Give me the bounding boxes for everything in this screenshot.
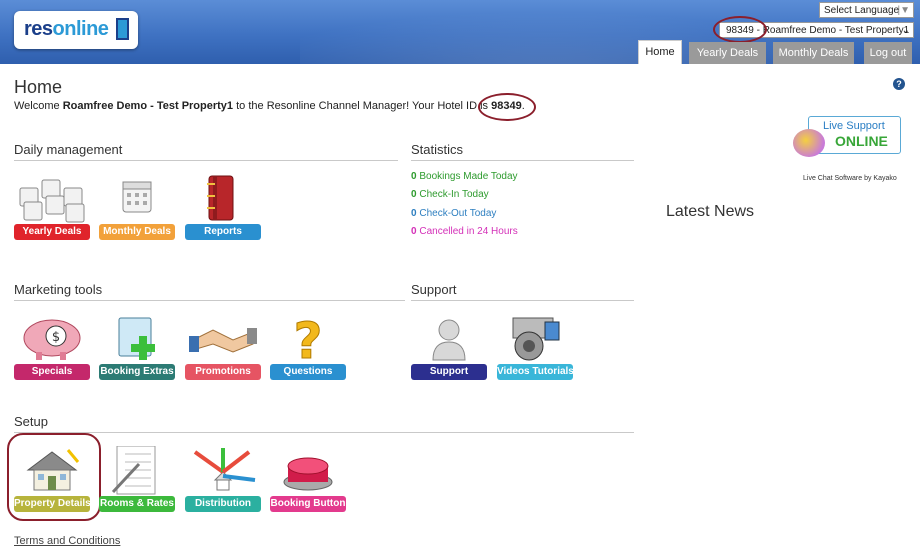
welcome-prefix: Welcome <box>14 100 63 112</box>
tile-label: Yearly Deals <box>14 224 90 240</box>
live-support-status: ONLINE <box>835 133 888 149</box>
red-button-icon <box>270 446 346 496</box>
tab-home[interactable]: Home <box>638 40 682 64</box>
tile-promotions[interactable]: Promotions <box>185 314 261 380</box>
stat-checkin-today[interactable]: 0 Check-In Today <box>411 189 489 200</box>
tile-distribution[interactable]: Distribution <box>185 446 261 512</box>
logo-text-res: res <box>24 18 53 40</box>
tile-monthly-deals[interactable]: Monthly Deals <box>99 174 175 240</box>
question-mark-icon: ? <box>270 312 346 371</box>
property-name: Roamfree Demo - Test Property1 <box>62 100 234 112</box>
logo-text-online: online <box>52 18 109 40</box>
svg-text:$: $ <box>52 330 60 345</box>
stat-bookings-today[interactable]: 0 Bookings Made Today <box>411 171 518 182</box>
add-window-icon <box>99 314 175 364</box>
tile-label: Reports <box>185 224 261 240</box>
section-title-daily: Daily management <box>14 142 123 157</box>
stat-cancelled-24h[interactable]: 0 Cancelled in 24 Hours <box>411 226 518 237</box>
divider <box>14 160 398 161</box>
section-title-statistics: Statistics <box>411 142 464 157</box>
section-title-marketing: Marketing tools <box>14 282 103 297</box>
tile-booking-button[interactable]: Booking Button <box>270 446 346 512</box>
tab-monthly-deals[interactable]: Monthly Deals <box>773 42 854 64</box>
chevron-down-icon: ⌄ <box>901 25 910 36</box>
highlight-circle-hotel-id <box>478 93 536 121</box>
section-title-support: Support <box>411 282 457 297</box>
person-icon <box>411 314 487 364</box>
tab-yearly-deals[interactable]: Yearly Deals <box>689 42 766 64</box>
page-title: Home <box>14 77 63 97</box>
tile-label: Promotions <box>185 364 261 380</box>
tile-specials[interactable]: $ Specials <box>14 314 90 380</box>
live-support-widget[interactable]: Live Support ONLINE <box>793 116 901 157</box>
tile-video-tutorials[interactable]: Videos Tutorials <box>497 314 574 380</box>
language-select[interactable]: Select Language |▼ <box>819 2 914 18</box>
checklist-icon <box>99 445 175 496</box>
stat-checkout-today[interactable]: 0 Check-Out Today <box>411 208 496 219</box>
tile-label: Questions <box>270 364 346 380</box>
tile-label: Booking Button <box>270 496 346 512</box>
tile-label: Support <box>411 364 487 380</box>
tile-rooms-rates[interactable]: Rooms & Rates <box>99 445 175 512</box>
welcome-mid: to the Resonline Channel Manager! Your H… <box>233 100 492 112</box>
tile-yearly-deals[interactable]: Yearly Deals <box>14 174 90 240</box>
help-icon[interactable]: ? <box>893 78 905 90</box>
language-select-label: Select Language <box>824 5 900 16</box>
calendars-icon <box>14 174 90 224</box>
tile-booking-extras[interactable]: Booking Extras <box>99 314 175 380</box>
highlight-circle-property-details <box>7 433 101 521</box>
live-support-label: Live Support <box>823 120 885 132</box>
handshake-icon <box>185 314 261 364</box>
tile-reports[interactable]: Reports <box>185 174 261 240</box>
dropdown-arrow-icon: |▼ <box>897 5 911 16</box>
highlight-circle-property-id <box>713 16 767 43</box>
resonline-logo[interactable]: resonline <box>14 11 138 49</box>
chat-bubble-icon <box>793 129 825 157</box>
live-chat-caption[interactable]: Live Chat Software by Kayako <box>803 175 897 182</box>
divider <box>411 160 634 161</box>
tile-label: Videos Tutorials <box>497 364 574 380</box>
latest-news-heading: Latest News <box>666 203 755 220</box>
tile-support[interactable]: Support <box>411 314 487 380</box>
section-title-setup: Setup <box>14 414 48 429</box>
svg-text:?: ? <box>293 314 322 364</box>
terms-link[interactable]: Terms and Conditions <box>14 535 120 547</box>
tile-questions[interactable]: ? Questions <box>270 312 346 380</box>
tile-label: Specials <box>14 364 90 380</box>
tile-label: Booking Extras <box>99 364 175 380</box>
piggy-bank-icon: $ <box>14 314 90 364</box>
tile-label: Monthly Deals <box>99 224 175 240</box>
welcome-message: Welcome Roamfree Demo - Test Property1 t… <box>14 100 525 112</box>
tab-log-out[interactable]: Log out <box>864 42 912 64</box>
door-icon <box>116 18 129 40</box>
tile-label: Rooms & Rates <box>99 496 175 512</box>
calendar-icon <box>99 174 175 224</box>
tile-label: Distribution <box>185 496 261 512</box>
divider <box>411 300 634 301</box>
divider <box>14 432 634 433</box>
binder-icon <box>185 174 261 224</box>
divider <box>14 300 405 301</box>
distribution-icon <box>185 446 261 496</box>
speaker-icon <box>497 314 573 364</box>
